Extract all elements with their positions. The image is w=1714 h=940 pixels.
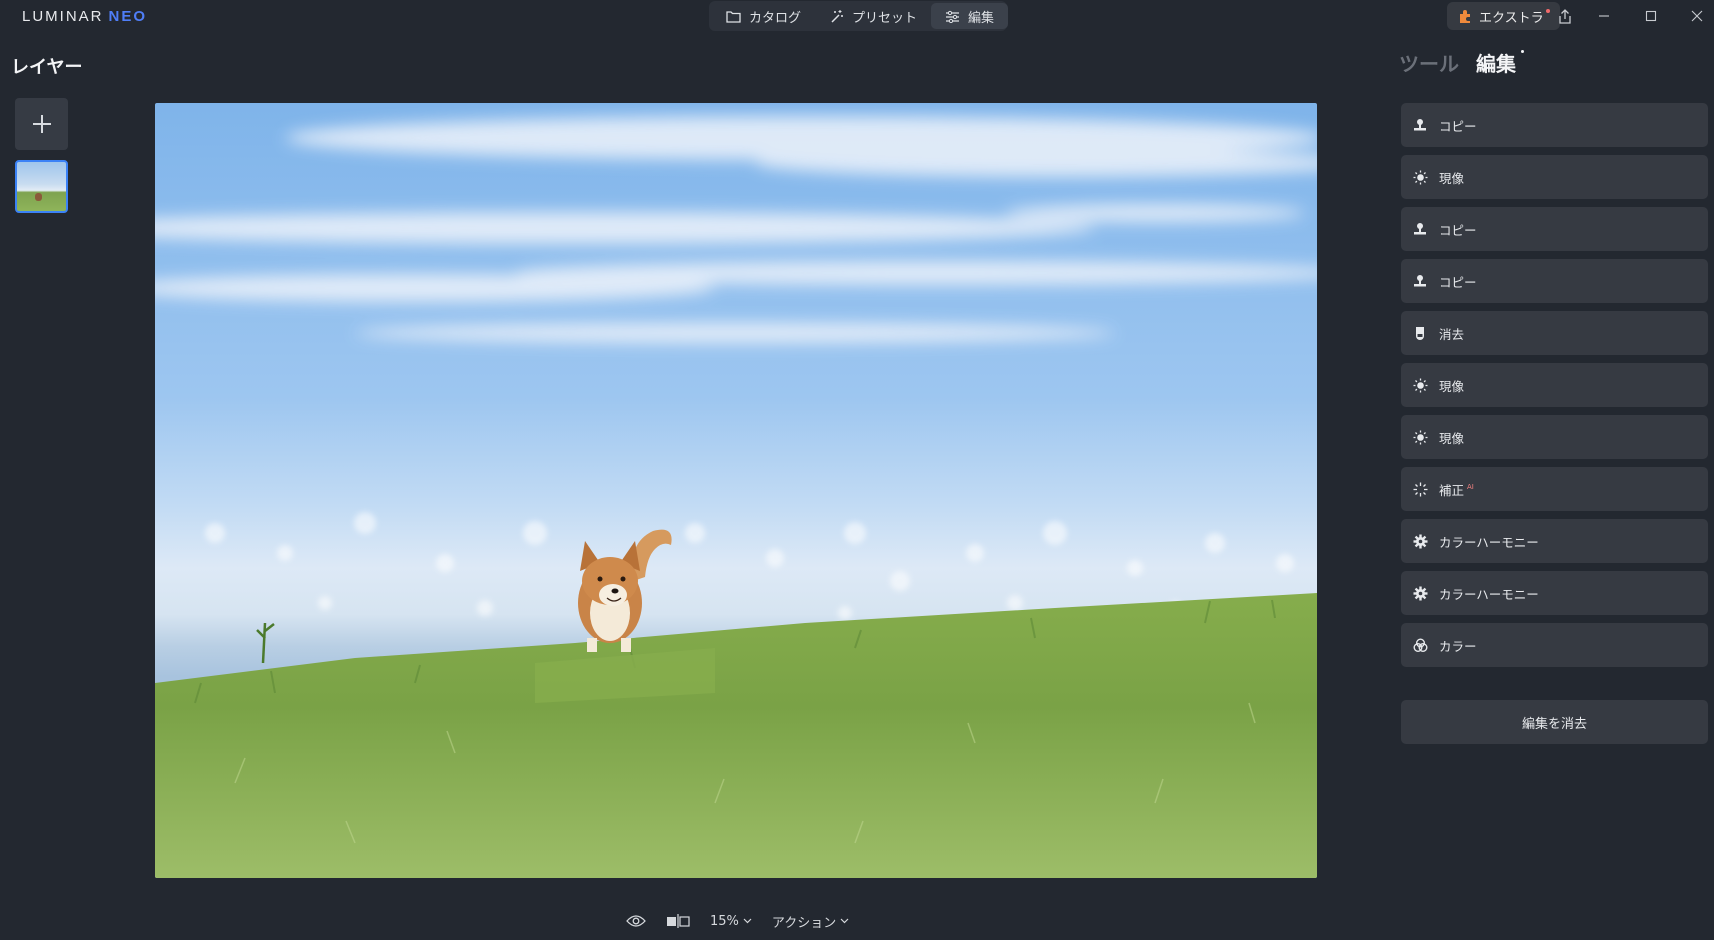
tab-tools[interactable]: ツール bbox=[1399, 48, 1459, 77]
edit-item-label: 消去 bbox=[1439, 326, 1465, 342]
edit-item-color-harmony[interactable]: カラーハーモニー bbox=[1401, 571, 1708, 615]
dog-subject bbox=[578, 529, 672, 652]
logo-main-text: LUMINAR bbox=[22, 8, 104, 25]
magic-wand-icon bbox=[831, 9, 844, 23]
app-logo: LUMINAR NEO bbox=[22, 8, 147, 25]
layer-thumbnail[interactable] bbox=[15, 160, 68, 213]
zoom-value: 15% bbox=[710, 913, 739, 929]
edit-item-color-harmony[interactable]: カラーハーモニー bbox=[1401, 519, 1708, 563]
minimize-button[interactable] bbox=[1592, 4, 1616, 28]
add-layer-button[interactable] bbox=[15, 98, 68, 150]
photo-image bbox=[155, 116, 1317, 878]
bottom-toolbar: 15% アクション bbox=[626, 910, 849, 932]
title-bar: LUMINAR NEO カタログ プリセット 編集 エクストラ bbox=[0, 0, 1714, 32]
edit-item-copy[interactable]: コピー bbox=[1401, 103, 1708, 147]
edit-item-label: カラーハーモニー bbox=[1439, 534, 1539, 550]
edit-item-label: 補正 AI bbox=[1439, 480, 1474, 499]
sparkle-icon bbox=[1412, 481, 1428, 497]
zoom-dropdown[interactable]: 15% bbox=[710, 914, 752, 929]
close-icon bbox=[1691, 10, 1703, 22]
chevron-down-icon bbox=[840, 918, 849, 924]
ai-badge: AI bbox=[1467, 483, 1474, 492]
sun-icon bbox=[1412, 169, 1428, 185]
edit-item-erase[interactable]: 消去 bbox=[1401, 311, 1708, 355]
edit-item-develop[interactable]: 現像 bbox=[1401, 363, 1708, 407]
puzzle-icon bbox=[1460, 10, 1470, 23]
edit-item-label: カラーハーモニー bbox=[1439, 586, 1539, 602]
edit-item-develop[interactable]: 現像 bbox=[1401, 415, 1708, 459]
edit-item-enhance-ai[interactable]: 補正 AI bbox=[1401, 467, 1708, 511]
mode-presets[interactable]: プリセット bbox=[815, 3, 931, 29]
notification-dot bbox=[1545, 9, 1550, 13]
clear-edits-button[interactable]: 編集を消去 bbox=[1401, 700, 1708, 744]
mode-edit[interactable]: 編集 bbox=[931, 3, 1009, 29]
share-button[interactable] bbox=[1553, 4, 1577, 28]
edit-item-label: コピー bbox=[1439, 274, 1477, 290]
actions-label: アクション bbox=[771, 915, 837, 931]
layers-title: レイヤー bbox=[11, 57, 83, 78]
edit-item-copy[interactable]: コピー bbox=[1401, 207, 1708, 251]
mode-edit-label: 編集 bbox=[968, 10, 995, 26]
edit-item-copy[interactable]: コピー bbox=[1401, 259, 1708, 303]
mode-catalog-label: カタログ bbox=[749, 10, 802, 26]
stamp-icon bbox=[1412, 117, 1428, 133]
edit-item-label: 現像 bbox=[1439, 430, 1465, 446]
color-circles-icon bbox=[1412, 637, 1428, 653]
sun-icon bbox=[1412, 377, 1428, 393]
stamp-icon bbox=[1412, 273, 1428, 289]
edit-history-list: コピー 現像 コピー コピー 消去 現像 現像 補正 AI カラーハーモニー カラ… bbox=[1401, 103, 1708, 675]
sun-icon bbox=[1412, 429, 1428, 445]
edit-item-label: コピー bbox=[1439, 222, 1477, 238]
preview-toggle[interactable] bbox=[626, 914, 646, 928]
gear-icon bbox=[1412, 533, 1428, 549]
extras-button[interactable]: エクストラ bbox=[1447, 2, 1560, 30]
compare-toggle[interactable] bbox=[666, 914, 690, 928]
layer-thumbnail-subject bbox=[35, 193, 42, 201]
tab-edits[interactable]: 編集 bbox=[1476, 48, 1524, 77]
plus-icon bbox=[32, 115, 51, 133]
compare-icon bbox=[667, 914, 690, 928]
mode-switcher: カタログ プリセット 編集 bbox=[709, 1, 1009, 31]
logo-accent-text: NEO bbox=[108, 8, 148, 25]
close-button[interactable] bbox=[1685, 4, 1709, 28]
edit-item-label-text: 補正 bbox=[1439, 482, 1465, 498]
chevron-down-icon bbox=[743, 918, 752, 924]
maximize-icon bbox=[1645, 10, 1657, 22]
right-panel-tabs: ツール 編集 bbox=[1399, 48, 1524, 77]
mode-presets-label: プリセット bbox=[852, 10, 918, 26]
share-icon bbox=[1559, 8, 1571, 24]
edit-item-color[interactable]: カラー bbox=[1401, 623, 1708, 667]
eye-icon bbox=[626, 915, 646, 927]
minimize-icon bbox=[1599, 15, 1609, 17]
mode-catalog[interactable]: カタログ bbox=[712, 3, 815, 29]
edit-item-label: カラー bbox=[1439, 638, 1477, 654]
edit-item-label: コピー bbox=[1439, 118, 1477, 134]
photo-canvas[interactable] bbox=[155, 103, 1317, 878]
sliders-icon bbox=[946, 10, 960, 23]
edit-item-label: 現像 bbox=[1439, 170, 1465, 186]
gear-icon bbox=[1412, 585, 1428, 601]
stamp-icon bbox=[1412, 221, 1428, 237]
actions-dropdown[interactable]: アクション bbox=[772, 912, 849, 931]
extras-label: エクストラ bbox=[1479, 10, 1544, 26]
edit-item-label: 現像 bbox=[1439, 378, 1465, 394]
maximize-button[interactable] bbox=[1639, 4, 1663, 28]
eraser-icon bbox=[1412, 325, 1428, 341]
folder-icon bbox=[726, 10, 741, 23]
edit-item-develop[interactable]: 現像 bbox=[1401, 155, 1708, 199]
